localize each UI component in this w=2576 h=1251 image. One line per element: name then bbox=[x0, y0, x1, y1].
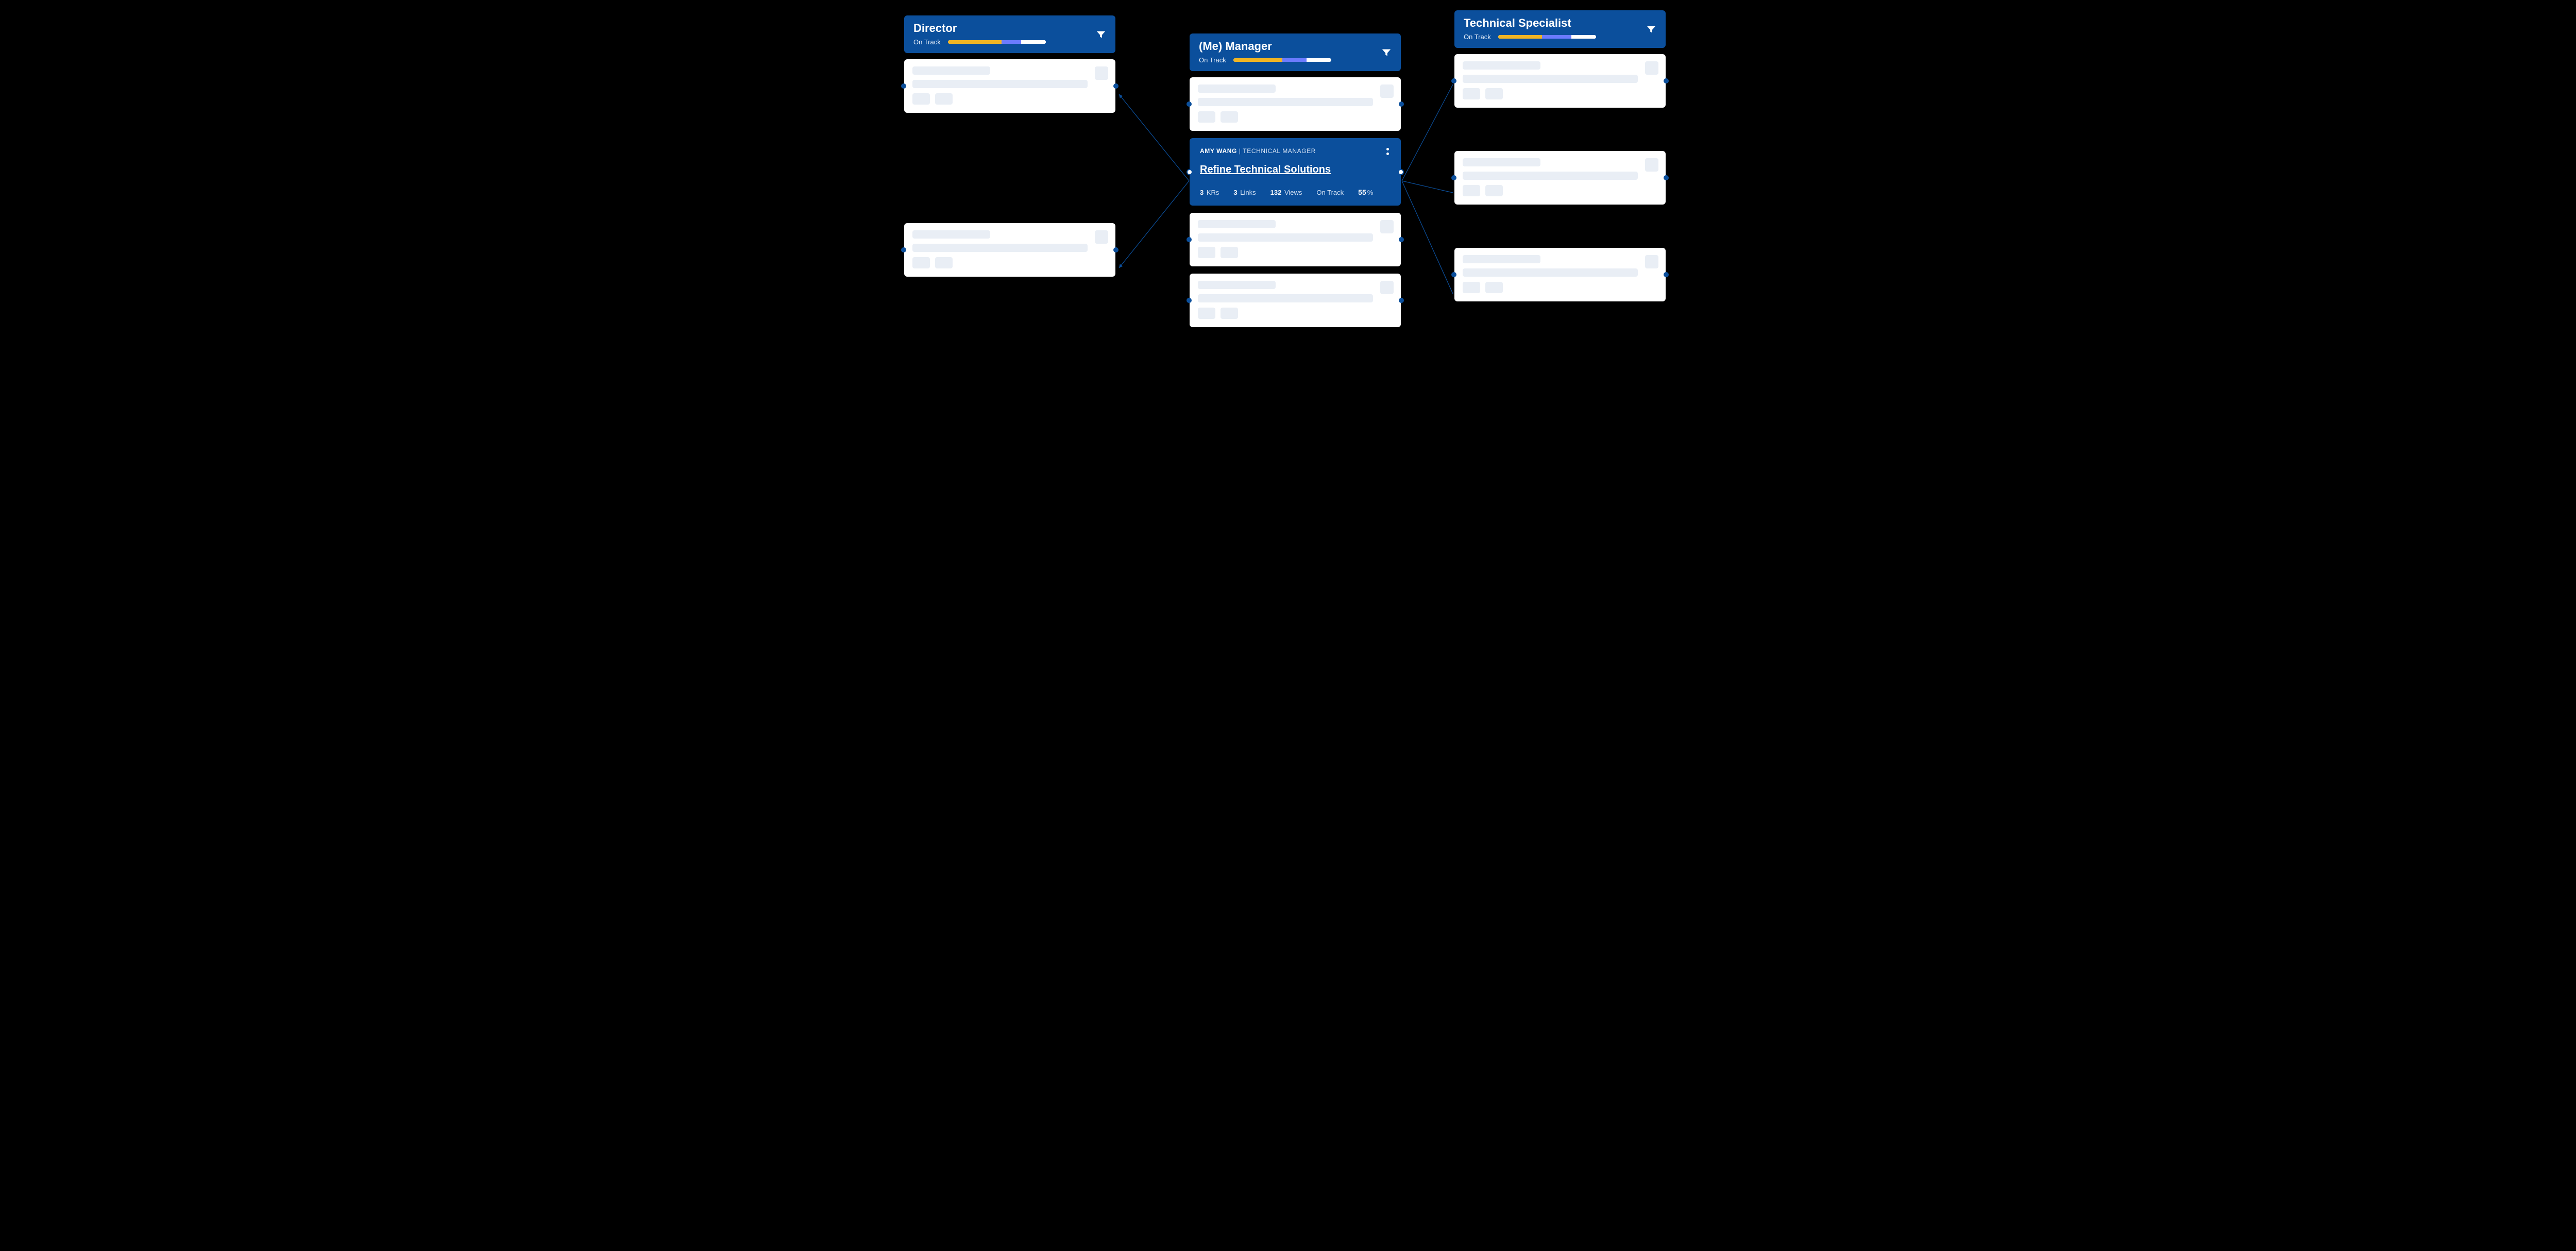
card-menu-placeholder bbox=[1380, 281, 1394, 294]
stat-krs: 3 KRs bbox=[1200, 189, 1219, 196]
node-left bbox=[1451, 78, 1456, 83]
card-menu-placeholder bbox=[1095, 230, 1108, 244]
objective-card-placeholder[interactable] bbox=[1190, 77, 1401, 131]
objective-owner: AMY WANG | TECHNICAL MANAGER bbox=[1200, 147, 1391, 155]
objective-card-placeholder[interactable] bbox=[1454, 248, 1666, 301]
objective-stats: 3 KRs 3 Links 132 Views On Track 55% bbox=[1200, 188, 1391, 196]
card-menu-placeholder bbox=[1645, 255, 1658, 268]
column-header-technical-specialist[interactable]: Technical Specialist On Track bbox=[1454, 10, 1666, 48]
card-menu-placeholder bbox=[1095, 66, 1108, 80]
kebab-icon[interactable] bbox=[1381, 145, 1394, 158]
objective-title[interactable]: Refine Technical Solutions bbox=[1200, 164, 1391, 176]
node-left bbox=[1451, 272, 1456, 277]
node-right bbox=[1398, 169, 1404, 175]
objective-card-placeholder[interactable] bbox=[904, 223, 1115, 277]
status-label: On Track bbox=[1199, 56, 1226, 64]
card-menu-placeholder bbox=[1380, 84, 1394, 98]
column-title: Director bbox=[913, 22, 1106, 35]
filter-icon[interactable] bbox=[1379, 45, 1394, 60]
objective-card-placeholder[interactable] bbox=[1454, 151, 1666, 205]
node-right bbox=[1399, 237, 1404, 242]
node-right bbox=[1399, 298, 1404, 303]
node-left bbox=[901, 83, 906, 89]
filter-icon[interactable] bbox=[1644, 22, 1658, 37]
node-left bbox=[901, 247, 906, 252]
node-right bbox=[1113, 247, 1118, 252]
stat-status: On Track bbox=[1316, 189, 1344, 196]
node-right bbox=[1399, 102, 1404, 107]
filter-icon[interactable] bbox=[1094, 27, 1108, 42]
alignment-map: Director On Track bbox=[889, 0, 1687, 371]
objective-card-selected[interactable]: AMY WANG | TECHNICAL MANAGER Refine Tech… bbox=[1190, 138, 1401, 206]
stat-views: 132 Views bbox=[1270, 189, 1302, 196]
column-director: Director On Track bbox=[904, 15, 1115, 284]
status-label: On Track bbox=[1464, 33, 1491, 41]
column-header-manager[interactable]: (Me) Manager On Track bbox=[1190, 33, 1401, 71]
status-row: On Track bbox=[913, 38, 1106, 46]
objective-card-placeholder[interactable] bbox=[1190, 213, 1401, 266]
node-right bbox=[1113, 83, 1118, 89]
progress-bar bbox=[948, 40, 1046, 44]
column-title: Technical Specialist bbox=[1464, 16, 1656, 30]
column-technical-specialist: Technical Specialist On Track bbox=[1454, 10, 1666, 309]
node-left bbox=[1187, 102, 1192, 107]
progress-bar bbox=[1233, 58, 1331, 62]
column-title: (Me) Manager bbox=[1199, 40, 1392, 53]
column-manager: (Me) Manager On Track bbox=[1190, 33, 1401, 334]
objective-card-placeholder[interactable] bbox=[1190, 274, 1401, 327]
stat-percent: 55% bbox=[1358, 188, 1373, 196]
objective-card-placeholder[interactable] bbox=[1454, 54, 1666, 108]
status-label: On Track bbox=[913, 38, 941, 46]
node-right bbox=[1664, 175, 1669, 180]
node-right bbox=[1664, 272, 1669, 277]
objective-card-placeholder[interactable] bbox=[904, 59, 1115, 113]
node-left bbox=[1187, 298, 1192, 303]
column-header-director[interactable]: Director On Track bbox=[904, 15, 1115, 53]
node-left bbox=[1187, 237, 1192, 242]
status-row: On Track bbox=[1464, 33, 1656, 41]
progress-bar bbox=[1498, 35, 1596, 39]
node-right bbox=[1664, 78, 1669, 83]
node-left bbox=[1187, 169, 1193, 175]
node-left bbox=[1451, 175, 1456, 180]
card-menu-placeholder bbox=[1380, 220, 1394, 233]
status-row: On Track bbox=[1199, 56, 1392, 64]
stat-links: 3 Links bbox=[1233, 189, 1256, 196]
card-menu-placeholder bbox=[1645, 158, 1658, 172]
card-menu-placeholder bbox=[1645, 61, 1658, 75]
